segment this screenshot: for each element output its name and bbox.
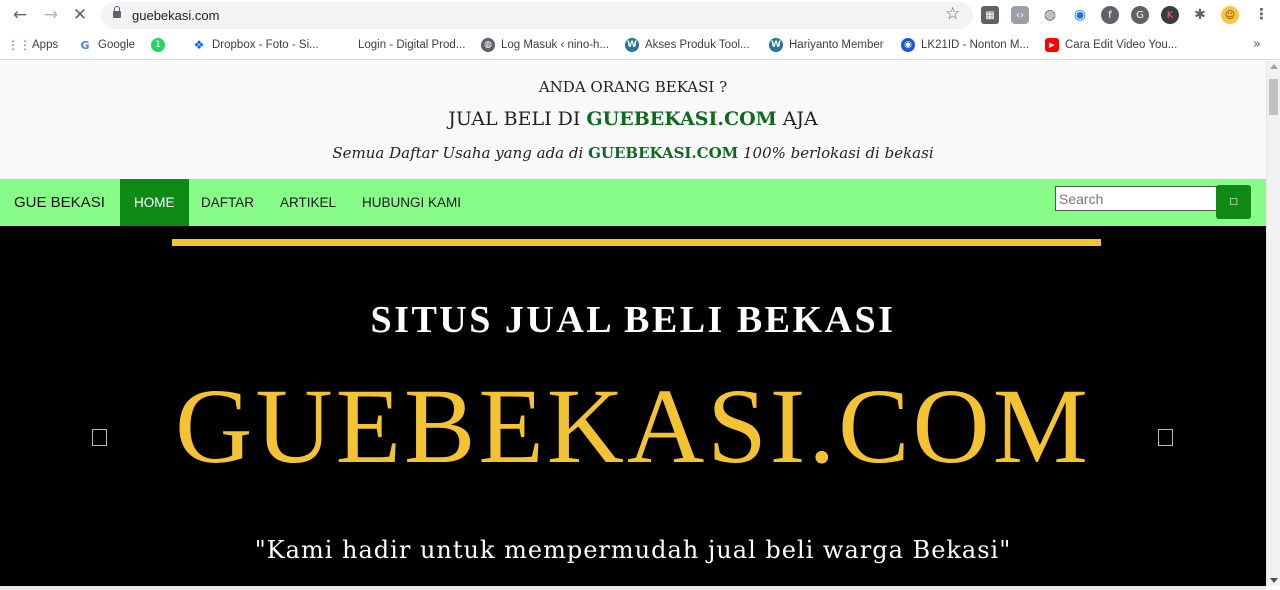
bookmark-whatsapp[interactable]: 1 (151, 38, 171, 52)
code-extension-icon[interactable]: ‹› (1011, 6, 1029, 24)
bookmark-label: Cara Edit Video You... (1065, 39, 1178, 51)
lock-icon (113, 6, 121, 20)
lk21-icon: ◉ (901, 38, 915, 52)
bookmark-dropbox[interactable]: ❖ Dropbox - Foto - Si... (192, 38, 319, 52)
navbar-brand[interactable]: GUE BEKASI (14, 194, 105, 211)
apps-grid-icon: ⋮⋮ (7, 38, 31, 52)
bookmark-akses-produk[interactable]: W Akses Produk Tool... (625, 38, 750, 52)
header-tagline: JUAL BELI DI GUEBEKASI.COM AJA (0, 108, 1266, 130)
browser-toolbar: ← → ✕ guebekasi.com ☆ ▦ ‹› ◍ ◉ f G K ✱ ☺… (0, 0, 1280, 31)
bookmark-label: Akses Produk Tool... (645, 39, 750, 51)
bookmark-login-digital[interactable]: Login - Digital Prod... (338, 38, 465, 52)
hero-quote: "Kami hadir untuk mempermudah jual beli … (254, 536, 1012, 564)
page-viewport: ANDA ORANG BEKASI ? JUAL BELI DI GUEBEKA… (0, 61, 1266, 586)
grammarly-extension-icon[interactable]: G (1131, 6, 1149, 24)
search-input[interactable] (1055, 186, 1217, 211)
dropbox-icon: ❖ (192, 38, 206, 52)
bookmark-star-icon[interactable]: ☆ (945, 4, 960, 24)
hero-subtitle: SITUS JUAL BELI BEKASI (370, 299, 896, 341)
youtube-icon: ▶ (1045, 38, 1059, 52)
nav-home[interactable]: HOME (120, 179, 189, 226)
header-tagline-pre: JUAL BELI DI (448, 108, 587, 130)
vertical-scrollbar[interactable] (1266, 61, 1280, 586)
scroll-thumb[interactable] (1269, 79, 1278, 115)
bookmark-label: LK21ID - Nonton M... (921, 39, 1030, 51)
bookmark-cara-edit[interactable]: ▶ Cara Edit Video You... (1045, 38, 1177, 52)
blank-page-icon (338, 38, 352, 52)
back-arrow-icon[interactable]: ← (9, 4, 31, 26)
bookmark-lk21[interactable]: ◉ LK21ID - Nonton M... (901, 38, 1029, 52)
k-extension-icon[interactable]: K (1161, 6, 1179, 24)
more-bookmarks-icon[interactable]: » (1253, 37, 1261, 52)
header-tagline-post: AJA (776, 108, 818, 130)
header-subtitle: Semua Daftar Usaha yang ada di GUEBEKASI… (0, 144, 1266, 162)
menu-kebab-icon[interactable]: ⋮ (1254, 5, 1269, 23)
globe-extension-icon[interactable]: ◍ (1041, 6, 1059, 24)
bookmark-apps[interactable]: ⋮⋮ Apps (7, 38, 59, 52)
carousel-next-icon[interactable] (1158, 429, 1173, 446)
header-tagline-brand: GUEBEKASI.COM (586, 108, 777, 130)
search-icon: □ (1229, 197, 1238, 207)
wordpress-icon: W (625, 38, 639, 52)
carousel-prev-icon[interactable] (92, 429, 107, 446)
horizontal-scrollbar[interactable] (0, 586, 1266, 590)
scroll-down-arrow-icon[interactable] (1270, 578, 1278, 583)
google-icon: G (78, 38, 92, 52)
bookmark-label: Apps (32, 39, 59, 51)
gold-divider (172, 239, 1101, 246)
stop-loading-icon[interactable]: ✕ (69, 4, 91, 26)
search-button[interactable]: □ (1216, 185, 1251, 219)
puzzle-extensions-icon[interactable]: ✱ (1191, 6, 1209, 24)
address-bar[interactable]: guebekasi.com (101, 2, 973, 29)
header-question: ANDA ORANG BEKASI ? (538, 78, 728, 96)
wordpress-icon: W (769, 38, 783, 52)
bookmark-google[interactable]: G Google (78, 38, 135, 52)
whatsapp-icon: 1 (151, 38, 165, 52)
header-subtitle-pre: Semua Daftar Usaha yang ada di (332, 144, 589, 162)
header-subtitle-brand: GUEBEKASI.COM (588, 144, 739, 162)
bookmark-log-masuk[interactable]: ◍ Log Masuk ‹ nino-h... (481, 38, 609, 52)
bookmark-label: Google (98, 39, 136, 51)
hero-title: GUEBEKASI.COM (175, 368, 1091, 486)
qr-code-icon[interactable]: ▦ (981, 6, 999, 24)
main-navbar: GUE BEKASI HOME DAFTAR ARTIKEL HUBUNGI K… (0, 179, 1266, 226)
nav-daftar[interactable]: DAFTAR (187, 179, 268, 226)
bookmark-label: Log Masuk ‹ nino-h... (501, 39, 610, 51)
forward-arrow-icon[interactable]: → (40, 4, 62, 26)
profile-avatar-icon[interactable]: ☺ (1221, 6, 1239, 24)
scroll-up-arrow-icon[interactable] (1270, 64, 1278, 69)
bookmark-label: Hariyanto Member (789, 39, 884, 51)
globe-icon: ◍ (481, 38, 495, 52)
header-subtitle-post: 100% berlokasi di bekasi (738, 144, 934, 162)
nav-hubungi-kami[interactable]: HUBUNGI KAMI (348, 179, 475, 226)
bookmark-hariyanto[interactable]: W Hariyanto Member (769, 38, 884, 52)
bookmark-label: Dropbox - Foto - Si... (212, 39, 319, 51)
bookmark-label: Login - Digital Prod... (358, 39, 466, 51)
search-extension-icon[interactable]: ◉ (1071, 6, 1089, 24)
url-text[interactable]: guebekasi.com (132, 8, 219, 23)
hero-banner: SITUS JUAL BELI BEKASI GUEBEKASI.COM "Ka… (0, 226, 1266, 586)
nav-artikel[interactable]: ARTIKEL (266, 179, 350, 226)
fdm-extension-icon[interactable]: f (1101, 6, 1119, 24)
bookmarks-bar: ⋮⋮ Apps G Google 1 ❖ Dropbox - Foto - Si… (0, 31, 1280, 60)
